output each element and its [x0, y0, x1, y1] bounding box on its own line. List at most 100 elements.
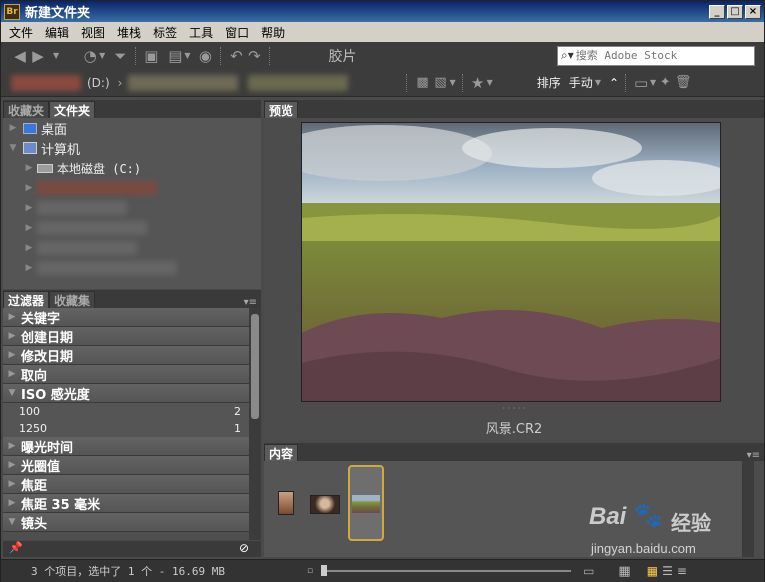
desktop-icon: [23, 122, 37, 134]
tree-item-blurred-4[interactable]: ▶: [3, 238, 261, 258]
close-button[interactable]: ×: [745, 4, 761, 19]
filter-date-modified[interactable]: ▶ 修改日期: [3, 346, 249, 365]
expand-triangle-icon[interactable]: ▶: [21, 243, 37, 253]
tab-collections[interactable]: 收藏集: [49, 291, 96, 308]
path-segment-blurred-3[interactable]: [248, 74, 349, 91]
thumbnail-portrait-2[interactable]: [310, 495, 340, 514]
history-chevron-down-icon[interactable]: ▼: [53, 51, 59, 60]
thumbnail-quality-icon[interactable]: ▧: [431, 75, 449, 90]
tree-item-computer[interactable]: ▼ 计算机: [3, 138, 261, 158]
iso-value-row[interactable]: 1250 1: [3, 420, 249, 437]
rotate-right-icon[interactable]: ↷: [245, 47, 263, 65]
reveal-recent-icon[interactable]: ◔: [81, 47, 99, 65]
baidu-watermark: Bai 🐾 经验 jingyan.baidu.com: [589, 499, 759, 571]
menu-edit[interactable]: 编辑: [39, 24, 75, 41]
menu-file[interactable]: 文件: [3, 24, 39, 41]
menu-window[interactable]: 窗口: [219, 24, 255, 41]
menu-help[interactable]: 帮助: [255, 24, 291, 41]
filter-exposure-time[interactable]: ▶ 曝光时间: [3, 437, 249, 456]
open-in-camera-raw-icon[interactable]: ◉: [196, 47, 214, 65]
paw-icon: 🐾: [633, 501, 663, 529]
refine-icon[interactable]: ▤: [166, 47, 184, 65]
sort-dropdown[interactable]: 手动: [569, 74, 593, 91]
menu-tools[interactable]: 工具: [183, 24, 219, 41]
quality-icon[interactable]: ▩: [413, 75, 431, 90]
panel-menu-icon[interactable]: ▾≡: [244, 297, 257, 308]
minimize-button[interactable]: _: [709, 4, 725, 19]
star-rating-icon[interactable]: ★: [469, 74, 487, 92]
sort-chevron-down-icon[interactable]: ▼: [595, 78, 601, 87]
preview-dots: · · · · ·: [502, 404, 526, 413]
toolbar-separator-3: [269, 46, 271, 65]
expand-triangle-icon[interactable]: ▶: [21, 183, 37, 193]
tab-favorites[interactable]: 收藏夹: [3, 101, 50, 118]
tree-item-blurred[interactable]: ▶: [3, 178, 261, 198]
thumbnail-portrait-1[interactable]: [278, 491, 294, 515]
filter-funnel-icon[interactable]: ⏷: [111, 47, 129, 65]
hard-drive-icon: [37, 163, 53, 173]
maximize-button[interactable]: □: [727, 4, 743, 19]
expand-triangle-icon[interactable]: ▶: [21, 163, 37, 173]
tree-item-desktop[interactable]: ▶ 桌面: [3, 118, 261, 138]
tab-folders[interactable]: 文件夹: [49, 101, 96, 118]
watermark-url: jingyan.baidu.com: [591, 541, 696, 556]
recent-chevron-down-icon[interactable]: ▼: [99, 51, 105, 60]
thumbnail-landscape-selected[interactable]: [348, 465, 384, 541]
filter-date-created[interactable]: ▶ 创建日期: [3, 327, 249, 346]
tree-item-local-disk[interactable]: ▶ 本地磁盘 (C:): [3, 158, 261, 178]
expand-triangle-icon: ▶: [8, 312, 16, 322]
expand-triangle-icon[interactable]: ▶: [21, 223, 37, 233]
preview-panel: 预览 · · · · · 风景.CR2: [264, 100, 764, 440]
folder-icon[interactable]: ▭: [632, 74, 650, 92]
expand-triangle-icon[interactable]: ▶: [3, 123, 23, 133]
filter-iso[interactable]: ▼ ISO 感光度: [3, 384, 249, 403]
rotate-left-icon[interactable]: ↶: [227, 47, 245, 65]
forward-arrow-icon[interactable]: ▶: [29, 47, 47, 65]
refine-chevron-down-icon[interactable]: ▼: [184, 51, 190, 60]
filter-orientation[interactable]: ▶ 取向: [3, 365, 249, 384]
quality-chevron-down-icon[interactable]: ▼: [449, 78, 455, 87]
filter-lens[interactable]: ▼ 镜头: [3, 513, 249, 532]
clear-filter-icon[interactable]: ⊘: [239, 541, 249, 555]
menu-stack[interactable]: 堆栈: [111, 24, 147, 41]
slider-thumb[interactable]: [321, 565, 328, 576]
tab-preview[interactable]: 预览: [264, 101, 299, 118]
back-arrow-icon[interactable]: ◀: [11, 47, 29, 65]
pin-icon[interactable]: 📌: [9, 541, 23, 554]
expand-triangle-icon[interactable]: ▶: [21, 203, 37, 213]
filter-focal-length[interactable]: ▶ 焦距: [3, 475, 249, 494]
path-drive[interactable]: (D:): [87, 76, 110, 90]
new-folder-icon[interactable]: ✦: [656, 75, 674, 90]
iso-value-row[interactable]: 100 2: [3, 403, 249, 420]
filter-label: 取向: [21, 368, 48, 384]
expand-triangle-icon[interactable]: ▶: [21, 263, 37, 273]
path-segment-blurred-2[interactable]: [128, 74, 239, 91]
camera-import-icon[interactable]: ▣: [142, 47, 160, 65]
tree-item-blurred-3[interactable]: ▶: [3, 218, 261, 238]
search-box[interactable]: ⌕▾: [557, 45, 755, 66]
trash-icon[interactable]: 🗑: [674, 75, 692, 90]
filter-keywords[interactable]: ▶ 关键字: [3, 308, 249, 327]
workspace-filmstrip[interactable]: 胶片: [328, 46, 356, 66]
filter-scrollbar[interactable]: [249, 308, 261, 540]
sort-direction-icon[interactable]: ⌃: [609, 76, 619, 90]
filter-focal-length-35[interactable]: ▶ 焦距 35 毫米: [3, 494, 249, 513]
filter-aperture[interactable]: ▶ 光圈值: [3, 456, 249, 475]
search-input[interactable]: [575, 49, 736, 62]
menu-label[interactable]: 标签: [147, 24, 183, 41]
tree-item-blurred-2[interactable]: ▶: [3, 198, 261, 218]
tree-item-blurred-5[interactable]: ▶: [3, 258, 261, 278]
scrollbar-thumb[interactable]: [251, 314, 259, 419]
preview-image[interactable]: [301, 122, 721, 402]
zoom-out-icon[interactable]: ▫: [307, 566, 313, 576]
filter-label: 焦距 35 毫米: [21, 497, 101, 513]
tab-content[interactable]: 内容: [264, 444, 299, 461]
collapse-triangle-icon[interactable]: ▼: [3, 143, 23, 153]
menu-view[interactable]: 视图: [75, 24, 111, 41]
panel-menu-icon[interactable]: ▾≡: [747, 450, 760, 461]
iso-count: 1: [234, 422, 241, 435]
tab-filter[interactable]: 过滤器: [3, 291, 50, 308]
rating-chevron-down-icon[interactable]: ▼: [487, 78, 493, 87]
thumbnail-size-slider[interactable]: [321, 565, 572, 576]
path-segment-blurred[interactable]: [11, 74, 81, 91]
